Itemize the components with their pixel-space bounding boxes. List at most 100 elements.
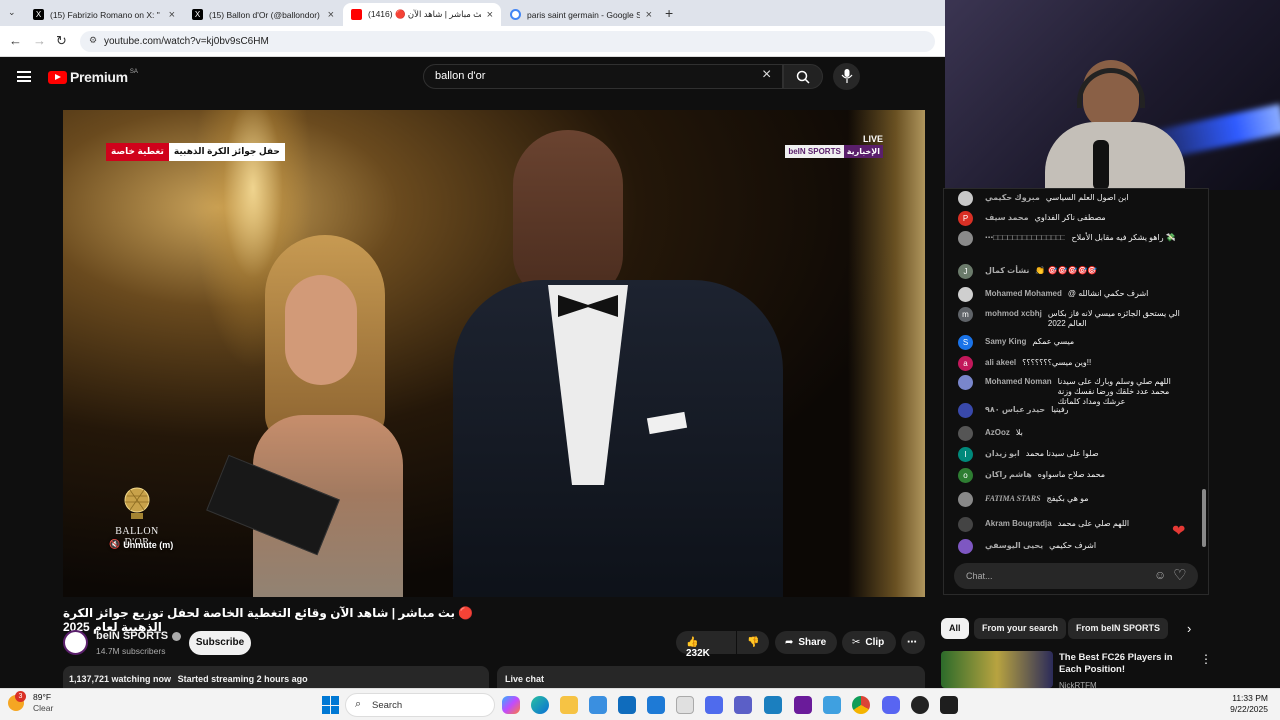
search-button[interactable]	[783, 64, 823, 89]
avatar[interactable]	[958, 403, 973, 418]
chat-author[interactable]: Mohamed Mohamed	[985, 289, 1062, 298]
chat-author[interactable]: mohmod xcbhj	[985, 309, 1042, 318]
close-tab-icon[interactable]: ×	[169, 9, 175, 21]
share-button[interactable]: ➦ Share	[775, 631, 837, 654]
chevron-right-icon[interactable]: ›	[1187, 621, 1191, 636]
app-icon[interactable]	[705, 696, 723, 714]
chat-author[interactable]: ⋯□□□□□□□□□□□□□□□	[985, 233, 1065, 242]
discord-icon[interactable]	[882, 696, 900, 714]
video-player[interactable]: تغطية خاصة حفل جوائز الكرة الذهبية LIVE …	[63, 110, 925, 597]
chat-author[interactable]: يحيى اليوسفي	[985, 541, 1043, 550]
tab-list-dropdown-icon[interactable]: ⌄	[8, 7, 16, 18]
back-arrow-icon[interactable]: ←	[9, 33, 22, 48]
chat-author[interactable]: FATIMA STARS	[985, 494, 1041, 503]
menu-icon[interactable]	[17, 71, 31, 82]
dislike-button[interactable]: 👎	[737, 631, 769, 654]
search-input[interactable]: ballon d'or ×	[423, 64, 783, 89]
app-icon[interactable]	[764, 696, 782, 714]
weather-widget[interactable]: 3 89°F Clear	[8, 691, 53, 714]
chat-author[interactable]: Akram Bougradja	[985, 519, 1052, 528]
emoji-icon[interactable]: ☺	[1154, 568, 1166, 582]
chip-from-your-search[interactable]: From your search	[974, 618, 1067, 639]
paint-icon[interactable]	[676, 696, 694, 714]
file-explorer-icon[interactable]	[560, 696, 578, 714]
copilot-icon[interactable]	[502, 696, 520, 714]
description-box[interactable]: 1,137,721 watching now Started streaming…	[63, 666, 489, 688]
url-field[interactable]: ⚙ youtube.com/watch?v=kj0bv9sC6HM	[80, 31, 935, 52]
browser-tab[interactable]: X (15) Fabrizio Romano on X: " ×	[25, 3, 183, 26]
avatar[interactable]	[958, 492, 973, 507]
more-actions-button[interactable]: ⋯	[901, 631, 925, 654]
clear-search-icon[interactable]: ×	[762, 66, 771, 84]
chat-author[interactable]: مبروك حكيمي	[985, 193, 1040, 202]
chat-author[interactable]: AzOoz	[985, 428, 1010, 437]
avatar[interactable]	[958, 539, 973, 554]
channel-avatar[interactable]	[63, 630, 88, 655]
avatar[interactable]	[958, 191, 973, 206]
chat-author[interactable]: ابو زيدان	[985, 449, 1020, 458]
close-tab-icon[interactable]: ×	[487, 9, 493, 21]
recommendation-thumbnail[interactable]	[941, 651, 1053, 688]
chat-author[interactable]: Mohamed Noman	[985, 377, 1052, 386]
recommendation-title[interactable]: The Best FC26 Players in Each Position!	[1059, 652, 1189, 676]
avatar[interactable]	[958, 287, 973, 302]
chat-author[interactable]: هاشم راكان	[985, 470, 1032, 479]
chat-author[interactable]: محمد سيف	[985, 213, 1029, 222]
avatar[interactable]	[958, 231, 973, 246]
chat-text: رفينيا	[1051, 405, 1069, 414]
reload-icon[interactable]: ↻	[56, 33, 67, 49]
browser-tab-active[interactable]: بث مباشر | شاهد الآن 🔴 (1416) ×	[343, 3, 501, 26]
avatar[interactable]	[958, 426, 973, 441]
store-icon[interactable]	[589, 696, 607, 714]
teams-icon[interactable]	[734, 696, 752, 714]
chat-author[interactable]: حيدر عباس ٩٨٠	[985, 405, 1045, 414]
like-button[interactable]: 👍232K	[676, 631, 736, 659]
chip-all[interactable]: All	[941, 618, 969, 639]
chrome-icon[interactable]	[852, 696, 870, 714]
chat-text: راهو يشكر فيه مقابل الأملاح 💸	[1071, 233, 1176, 242]
app-next-icon[interactable]	[794, 696, 812, 714]
site-info-icon[interactable]: ⚙	[89, 35, 97, 46]
system-clock[interactable]: 11:33 PM 9/22/2025	[1210, 693, 1268, 715]
voice-search-button[interactable]	[833, 63, 860, 90]
clip-button[interactable]: ✂ Clip	[842, 631, 896, 654]
taskbar-search[interactable]: ⌕ Search	[345, 693, 495, 717]
chat-input[interactable]: Chat... ☺	[954, 563, 1198, 589]
photos-icon[interactable]	[647, 696, 665, 714]
avatar[interactable]: m	[958, 307, 973, 322]
notepad-icon[interactable]	[823, 696, 841, 714]
browser-tab[interactable]: X (15) Ballon d'Or (@ballondor) / ×	[184, 3, 342, 26]
avatar[interactable]: J	[958, 264, 973, 279]
close-tab-icon[interactable]: ×	[646, 9, 652, 21]
chat-author[interactable]: نشأت كمال	[985, 266, 1029, 275]
clip-label: Clip	[865, 637, 885, 648]
heart-button-icon[interactable]: ♡	[1173, 566, 1186, 584]
avatar[interactable]: a	[958, 356, 973, 371]
avatar[interactable]	[958, 517, 973, 532]
edge-icon[interactable]	[531, 696, 549, 714]
chat-author[interactable]: Samy King	[985, 337, 1026, 346]
chip-from-channel[interactable]: From beIN SPORTS	[1068, 618, 1169, 639]
windows-start-icon[interactable]	[322, 696, 340, 714]
avatar[interactable]: S	[958, 335, 973, 350]
forward-arrow-icon[interactable]: →	[33, 33, 46, 48]
avatar[interactable]	[958, 375, 973, 390]
chat-text: بلا	[1015, 428, 1023, 437]
avatar[interactable]: P	[958, 211, 973, 226]
browser-tab[interactable]: paris saint germain - Google Se ×	[502, 3, 660, 26]
tab-title: (15) Fabrizio Romano on X: "	[50, 9, 160, 20]
avatar[interactable]: I	[958, 447, 973, 462]
outlook-icon[interactable]	[618, 696, 636, 714]
more-vertical-icon[interactable]: ⋮	[1200, 652, 1212, 666]
new-tab-icon[interactable]: +	[665, 5, 673, 21]
unmute-button[interactable]: 🔇 Unmute (m)	[109, 539, 173, 550]
chat-author[interactable]: ali akeel	[985, 358, 1016, 367]
youtube-logo[interactable]: Premium SA	[48, 69, 138, 85]
subscribe-button[interactable]: Subscribe	[189, 631, 251, 655]
terminal-icon[interactable]	[940, 696, 958, 714]
obs-icon[interactable]	[911, 696, 929, 714]
channel-name-row[interactable]: beIN SPORTS	[96, 630, 182, 642]
close-tab-icon[interactable]: ×	[328, 9, 334, 21]
avatar[interactable]: o	[958, 468, 973, 483]
chat-scrollbar[interactable]	[1202, 489, 1206, 547]
